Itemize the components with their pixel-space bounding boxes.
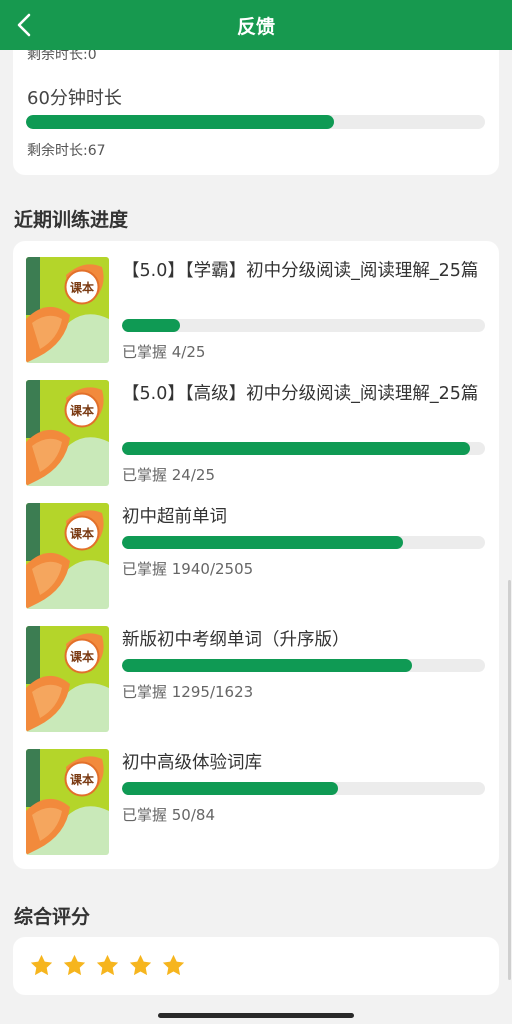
usage-card: 剩余时长:0 60分钟时长 剩余时长:67 xyxy=(13,30,499,175)
item-title: 【5.0】【学霸】初中分级阅读_阅读理解_25篇 xyxy=(122,261,479,281)
star-icon[interactable] xyxy=(29,953,54,978)
item-title: 初中高级体验词库 xyxy=(122,753,262,773)
book-cover-image: 课本 xyxy=(26,749,109,855)
list-item[interactable]: 课本 初中高级体验词库 已掌握 50/84 xyxy=(13,733,499,855)
item-progress-fill xyxy=(122,659,412,672)
star-icon[interactable] xyxy=(161,953,186,978)
item-progress-fill xyxy=(122,536,404,549)
star-icon[interactable] xyxy=(62,953,87,978)
item-progress-bar xyxy=(122,319,485,332)
item-title: 初中超前单词 xyxy=(122,507,227,527)
item-progress-fill xyxy=(122,442,471,455)
page-title: 反馈 xyxy=(236,15,275,38)
book-cover-label: 课本 xyxy=(70,772,94,787)
item-progress-text: 已掌握 1295/1623 xyxy=(122,683,254,701)
book-cover-label: 课本 xyxy=(70,403,94,418)
item-progress-bar xyxy=(122,536,485,549)
star-icon[interactable] xyxy=(95,953,120,978)
rating-heading: 综合评分 xyxy=(14,906,91,928)
home-indicator[interactable] xyxy=(158,1013,354,1018)
app-header: 反馈 xyxy=(0,0,512,50)
item-progress-bar xyxy=(122,442,485,455)
star-rating[interactable] xyxy=(29,953,186,978)
item-progress-bar xyxy=(122,782,485,795)
item-progress-fill xyxy=(122,319,181,332)
book-cover-label: 课本 xyxy=(70,280,94,295)
item-progress-text: 已掌握 50/84 xyxy=(122,806,215,824)
book-cover-image: 课本 xyxy=(26,503,109,609)
duration-progress-fill xyxy=(26,115,334,129)
scrollbar[interactable] xyxy=(508,580,511,980)
list-item[interactable]: 课本 新版初中考纲单词（升序版） 已掌握 1295/1623 xyxy=(13,610,499,732)
book-cover-image: 课本 xyxy=(26,257,109,363)
book-cover-label: 课本 xyxy=(70,649,94,664)
item-progress-text: 已掌握 1940/2505 xyxy=(122,560,254,578)
item-progress-bar xyxy=(122,659,485,672)
item-progress-fill xyxy=(122,782,339,795)
star-icon[interactable] xyxy=(128,953,153,978)
item-progress-text: 已掌握 24/25 xyxy=(122,466,215,484)
book-cover-label: 课本 xyxy=(70,526,94,541)
item-progress-text: 已掌握 4/25 xyxy=(122,343,206,361)
recent-progress-list: 课本 【5.0】【学霸】初中分级阅读_阅读理解_25篇 已掌握 4/25 课本 … xyxy=(13,241,499,869)
book-cover-image: 课本 xyxy=(26,380,109,486)
recent-progress-heading: 近期训练进度 xyxy=(14,209,129,231)
book-cover-image: 课本 xyxy=(26,626,109,732)
back-arrow-icon[interactable] xyxy=(12,12,38,38)
list-item[interactable]: 课本 初中超前单词 已掌握 1940/2505 xyxy=(13,487,499,609)
duration-progress-bar xyxy=(26,115,485,129)
remaining-time: 剩余时长:67 xyxy=(27,143,106,159)
duration-label: 60分钟时长 xyxy=(27,88,122,109)
list-item[interactable]: 课本 【5.0】【学霸】初中分级阅读_阅读理解_25篇 已掌握 4/25 xyxy=(13,241,499,363)
rating-card xyxy=(13,937,499,995)
item-title: 【5.0】【高级】初中分级阅读_阅读理解_25篇 xyxy=(122,384,479,404)
item-title: 新版初中考纲单词（升序版） xyxy=(122,630,350,650)
list-item[interactable]: 课本 【5.0】【高级】初中分级阅读_阅读理解_25篇 已掌握 24/25 xyxy=(13,364,499,486)
